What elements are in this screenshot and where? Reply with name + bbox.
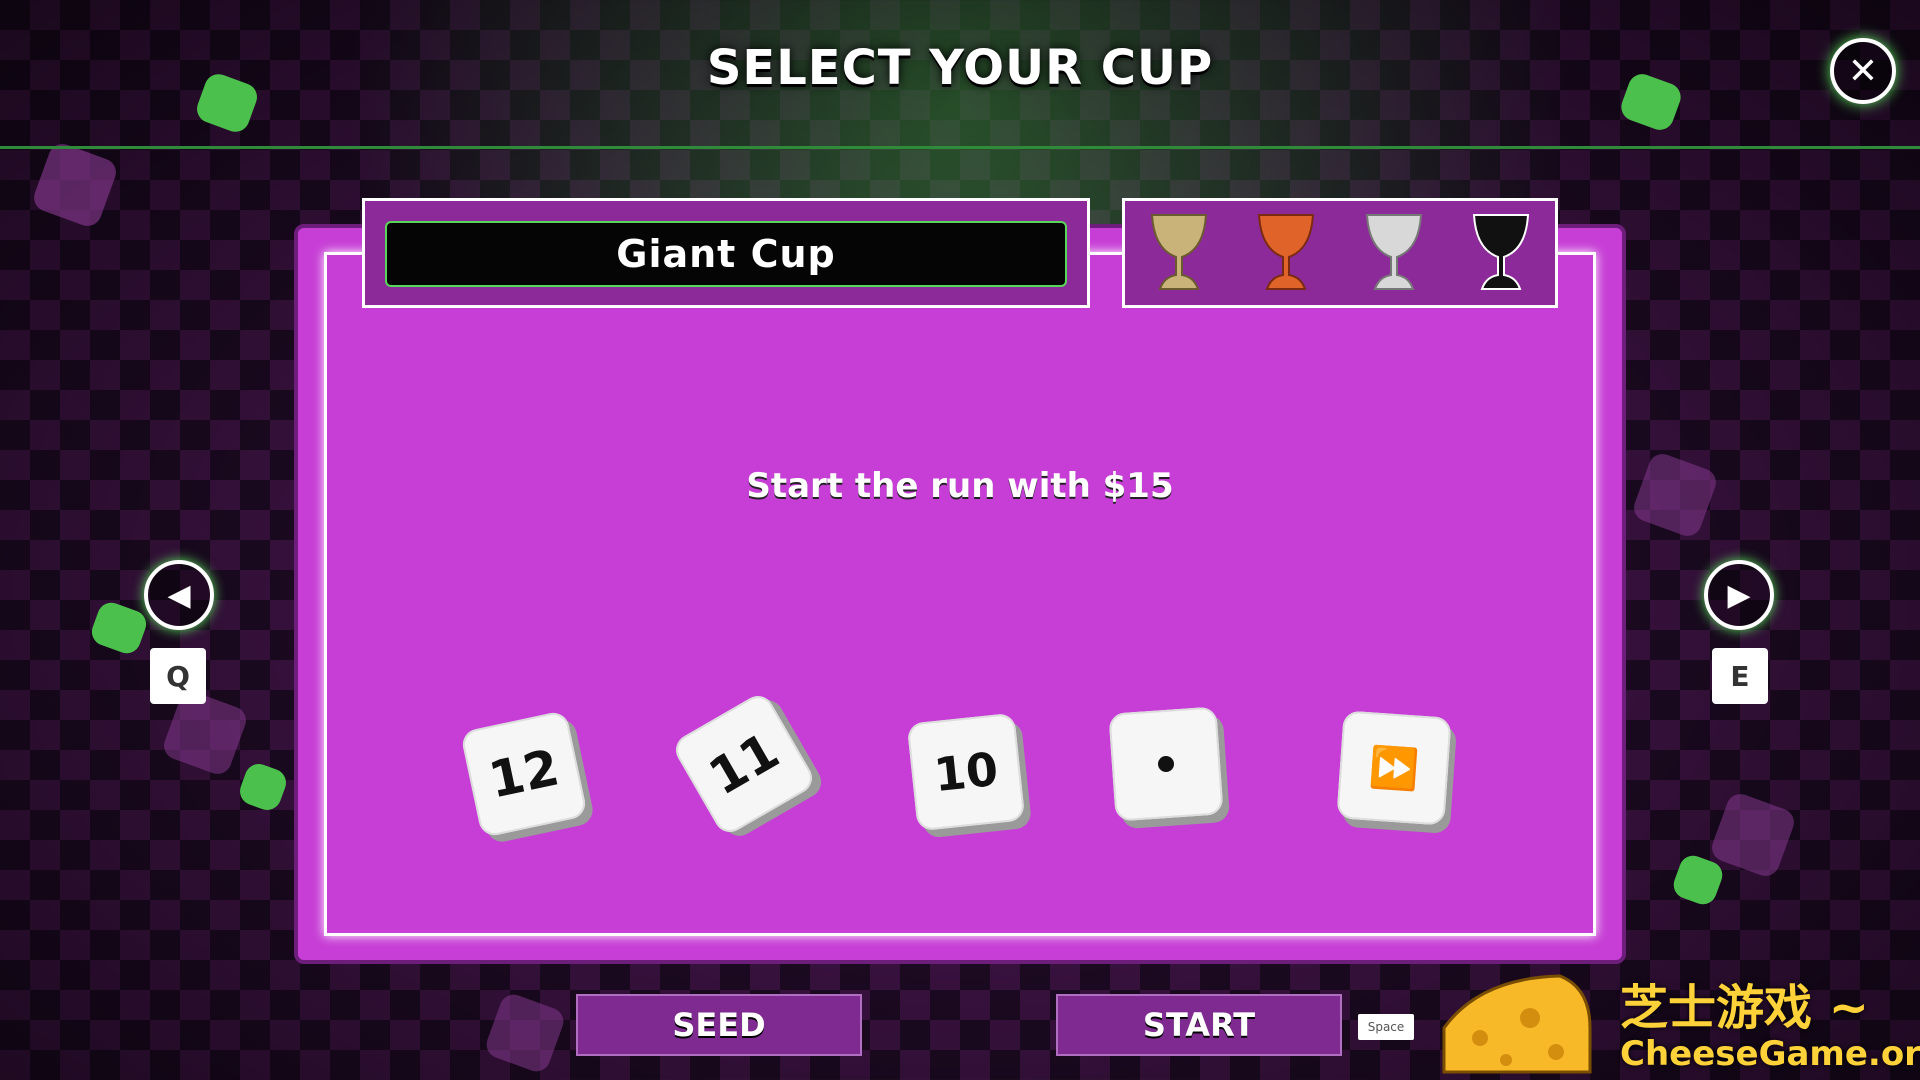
die-twelve: 12: [459, 709, 589, 839]
watermark-english: CheeseGame.org: [1620, 1034, 1920, 1074]
dice-row: 12 11 10 ⏩: [450, 690, 1480, 850]
floating-die-decoration: [87, 598, 151, 658]
floating-die-decoration: [482, 990, 568, 1076]
floating-die-decoration: [1669, 851, 1727, 909]
orange-cup-icon[interactable]: [1251, 211, 1321, 295]
floating-die-decoration: [1708, 790, 1798, 880]
header-divider: [0, 146, 1920, 149]
cup-name: Giant Cup: [385, 221, 1067, 287]
black-cup-icon[interactable]: [1466, 211, 1536, 295]
die-face-label: 10: [931, 741, 1001, 803]
cup-name-tab: Giant Cup: [362, 198, 1090, 308]
fast-forward-icon: ⏩: [1367, 743, 1421, 794]
next-key-hint: E: [1712, 648, 1768, 704]
seed-button[interactable]: SEED: [576, 994, 862, 1056]
page-title: SELECT YOUR CUP: [706, 40, 1214, 96]
cheese-logo-icon: [1442, 974, 1592, 1074]
die-ten: 10: [906, 712, 1026, 832]
chevron-left-icon: ◀: [167, 577, 191, 613]
die-one: [1108, 706, 1224, 822]
cup-panel: [294, 224, 1626, 964]
floating-die-decoration: [30, 140, 120, 230]
chevron-right-icon: ▶: [1727, 577, 1751, 613]
close-button[interactable]: ✕: [1830, 38, 1896, 104]
prev-cup-button[interactable]: ◀: [144, 560, 214, 630]
die-face-label: 11: [699, 721, 789, 807]
die-pip-icon: [1157, 755, 1175, 773]
next-cup-button[interactable]: ▶: [1704, 560, 1774, 630]
cup-description: Start the run with $15: [746, 466, 1174, 506]
die-face-label: 12: [483, 738, 565, 810]
start-key-hint: Space: [1358, 1014, 1414, 1040]
die-eleven: 11: [670, 690, 818, 838]
prev-key-hint: Q: [150, 648, 206, 704]
cup-selector: [1122, 198, 1558, 308]
gold-cup-icon[interactable]: [1144, 211, 1214, 295]
close-icon: ✕: [1847, 50, 1879, 92]
watermark-chinese: 芝士游戏 ~: [1620, 980, 1869, 1036]
start-button[interactable]: START: [1056, 994, 1342, 1056]
die-special: ⏩: [1336, 710, 1452, 826]
floating-die-decoration: [236, 760, 290, 814]
silver-cup-icon[interactable]: [1359, 211, 1429, 295]
